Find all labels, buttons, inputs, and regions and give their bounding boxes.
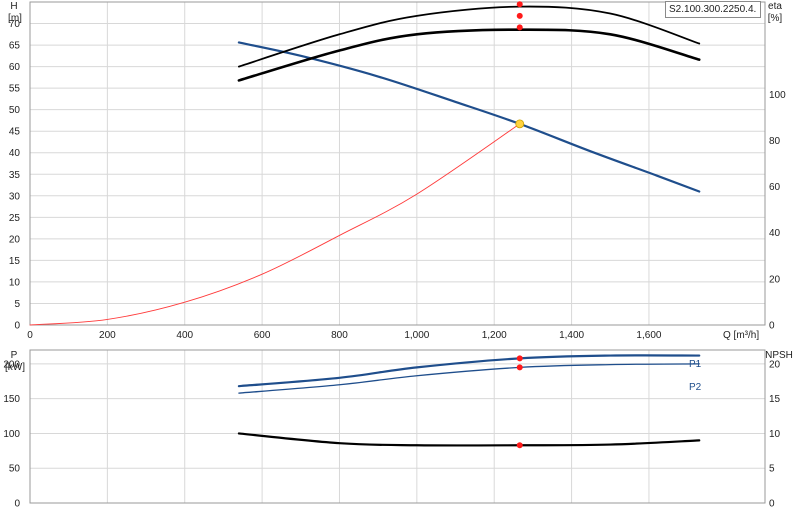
- efficiency-tick-label: 100: [769, 90, 786, 101]
- power-duty-marker: [516, 442, 523, 449]
- x-tick-label: 600: [254, 330, 271, 341]
- power-panel-frame: [29, 349, 766, 504]
- efficiency-curve-lower: [237, 28, 701, 82]
- x-tick-label: 200: [99, 330, 116, 341]
- label-layer: H [m] eta [%] Q [m³/h] P [kW] NPSH P1 P2: [5, 1, 793, 393]
- npsh-tick-label: 5: [769, 464, 775, 475]
- efficiency-duty-marker: [516, 12, 523, 19]
- power-axis-unit: [kW]: [5, 362, 25, 373]
- head-axis-label: H: [10, 1, 17, 12]
- npsh-tick-label: 0: [769, 499, 775, 510]
- npsh-curve: [237, 432, 701, 447]
- power-panel-grid: 05010015020005101520: [3, 349, 781, 510]
- duty-point-marker: [515, 119, 525, 129]
- head-tick-label: 10: [9, 277, 21, 288]
- x-tick-label: 800: [331, 330, 348, 341]
- series-label-p1: P1: [689, 359, 702, 370]
- head-tick-label: 60: [9, 62, 21, 73]
- efficiency-axis-label: eta: [768, 1, 782, 12]
- pump-model-label: S2.100.300.2250.4.: [665, 1, 761, 18]
- head-tick-label: 30: [9, 191, 21, 202]
- npsh-tick-label: 20: [769, 359, 781, 370]
- npsh-axis-label: NPSH: [765, 350, 793, 361]
- head-tick-label: 5: [14, 299, 20, 310]
- power-duty-marker: [516, 364, 523, 371]
- efficiency-tick-label: 0: [769, 321, 775, 332]
- power-tick-label: 0: [14, 499, 20, 510]
- power-tick-label: 50: [9, 464, 21, 475]
- system-curve: [29, 123, 521, 326]
- x-tick-label: 0: [27, 330, 33, 341]
- efficiency-axis-unit: [%]: [768, 13, 783, 24]
- efficiency-tick-label: 80: [769, 136, 781, 147]
- head-panel-frame: [29, 1, 766, 326]
- power-curve-p2: [238, 363, 700, 394]
- x-tick-label: 400: [176, 330, 193, 341]
- head-panel-grid: 0 200 400 600 800 1,000 1,200 1,400 1,6000510152…: [9, 1, 786, 341]
- x-tick-label: 1,200: [482, 330, 507, 341]
- head-curve: [237, 41, 701, 193]
- power-duty-marker: [516, 355, 523, 362]
- head-tick-label: 55: [9, 84, 21, 95]
- head-tick-label: 0: [14, 321, 20, 332]
- efficiency-tick-label: 60: [769, 182, 781, 193]
- head-tick-label: 20: [9, 234, 21, 245]
- x-tick-label: 1,000: [404, 330, 429, 341]
- head-tick-label: 50: [9, 105, 21, 116]
- power-axis-label: P: [11, 350, 18, 361]
- efficiency-duty-marker: [516, 24, 523, 31]
- efficiency-tick-label: 20: [769, 274, 781, 285]
- npsh-tick-label: 10: [769, 429, 781, 440]
- head-tick-label: 45: [9, 127, 21, 138]
- pump-curve-chart: 0 200 400 600 800 1,000 1,200 1,400 1,6000510152…: [3, 1, 793, 510]
- series-label-p2: P2: [689, 382, 702, 393]
- head-axis-unit: [m]: [8, 13, 22, 24]
- head-tick-label: 35: [9, 170, 21, 181]
- x-tick-label: 1,400: [559, 330, 584, 341]
- head-tick-label: 25: [9, 213, 21, 224]
- head-tick-label: 40: [9, 148, 21, 159]
- efficiency-tick-label: 40: [769, 228, 781, 239]
- curve-layer: [29, 1, 701, 449]
- flow-axis-label: Q [m³/h]: [723, 330, 759, 341]
- power-tick-label: 100: [3, 429, 20, 440]
- x-tick-label: 1,600: [636, 330, 661, 341]
- power-tick-label: 150: [3, 394, 20, 405]
- efficiency-duty-marker: [516, 1, 523, 8]
- head-tick-label: 15: [9, 256, 21, 267]
- head-tick-label: 65: [9, 41, 21, 52]
- npsh-tick-label: 15: [769, 394, 781, 405]
